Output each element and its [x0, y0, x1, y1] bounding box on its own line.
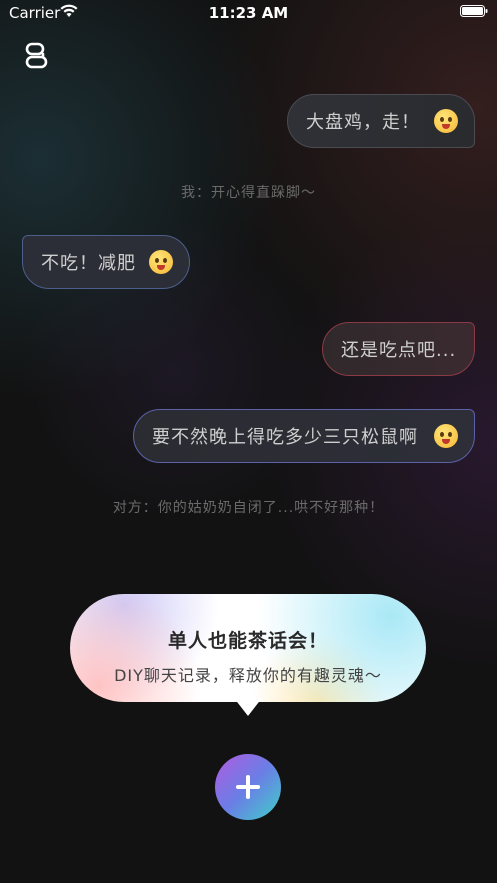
- fearful-face-emoji-icon: [149, 250, 173, 274]
- message-text: 要不然晚上得吃多少三只松鼠啊: [152, 427, 418, 448]
- chat-bubble[interactable]: 大盘鸡，走！: [287, 94, 475, 148]
- status-bar: Carrier 11:23 AM: [0, 0, 497, 28]
- chat-bubble[interactable]: 要不然晚上得吃多少三只松鼠啊: [133, 409, 475, 463]
- chat-bubble[interactable]: 还是吃点吧...: [322, 322, 475, 376]
- add-button[interactable]: [215, 754, 281, 820]
- promo-title: 单人也能茶话会！: [167, 630, 328, 652]
- caption: 我：开心得直跺脚～: [181, 185, 316, 201]
- promo-tooltip-tail: [234, 698, 262, 716]
- caption: 对方：你的姑奶奶自闭了...哄不好那种！: [112, 500, 385, 516]
- message-text: 还是吃点吧...: [341, 340, 457, 361]
- app-logo-icon[interactable]: [24, 42, 50, 70]
- plus-icon: [236, 775, 260, 799]
- promo-subtitle: DIY聊天记录，释放你的有趣灵魂～: [114, 666, 382, 685]
- crazy-face-emoji-icon: [434, 109, 458, 133]
- battery-icon: [460, 5, 488, 17]
- promo-tooltip: 单人也能茶话会！ DIY聊天记录，释放你的有趣灵魂～: [70, 594, 426, 702]
- message-text: 不吃！减肥: [41, 253, 136, 274]
- saluting-face-emoji-icon: [434, 424, 458, 448]
- status-time: 11:23 AM: [208, 4, 289, 22]
- chat-bubble[interactable]: 不吃！减肥: [22, 235, 190, 289]
- message-text: 大盘鸡，走！: [306, 112, 420, 133]
